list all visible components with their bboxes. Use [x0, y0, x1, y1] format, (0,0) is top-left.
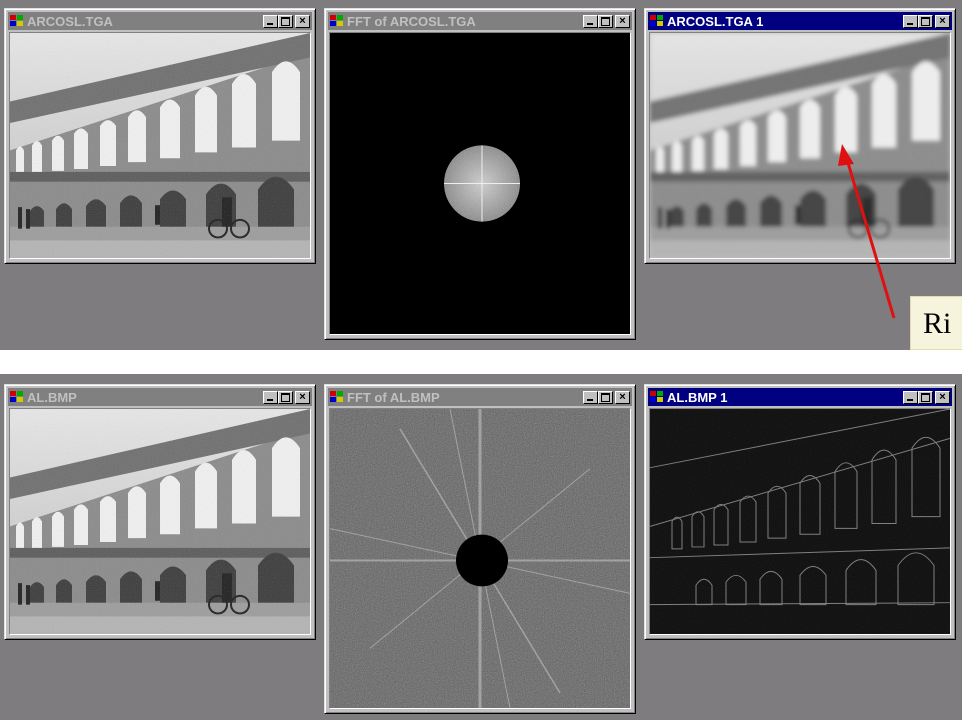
title-bar[interactable]: AL.BMP × — [8, 388, 312, 406]
minimize-button[interactable] — [903, 390, 918, 404]
fft-view — [329, 408, 631, 709]
title-bar[interactable]: ARCOSL.TGA 1 × — [648, 12, 952, 30]
title-bar[interactable]: AL.BMP 1 × — [648, 388, 952, 406]
minimize-button[interactable] — [583, 390, 598, 404]
image-view — [9, 408, 311, 635]
window-title: AL.BMP — [27, 389, 77, 405]
window-fft-arcosl[interactable]: FFT of ARCOSL.TGA × — [324, 8, 636, 340]
lowpass-filtered-photo — [650, 33, 950, 258]
window-title: AL.BMP 1 — [667, 389, 728, 405]
app-icon — [650, 391, 664, 403]
fft-highpass-spectrum — [330, 409, 630, 708]
close-button[interactable]: × — [295, 390, 310, 404]
maximize-button[interactable] — [278, 390, 293, 404]
window-title: ARCOSL.TGA — [27, 13, 113, 29]
maximize-button[interactable] — [918, 14, 933, 28]
aqueduct-photo — [10, 409, 310, 634]
window-fft-al[interactable]: FFT of AL.BMP × — [324, 384, 636, 714]
window-al-result[interactable]: AL.BMP 1 × — [644, 384, 956, 640]
close-button[interactable]: × — [935, 390, 950, 404]
maximize-button[interactable] — [918, 390, 933, 404]
title-bar[interactable]: ARCOSL.TGA × — [8, 12, 312, 30]
close-button[interactable]: × — [615, 14, 630, 28]
minimize-button[interactable] — [583, 14, 598, 28]
callout-text: Ri — [923, 307, 952, 340]
app-icon — [10, 391, 24, 403]
window-title: ARCOSL.TGA 1 — [667, 13, 764, 29]
image-view — [649, 408, 951, 635]
image-view — [649, 32, 951, 259]
maximize-button[interactable] — [278, 14, 293, 28]
window-al-original[interactable]: AL.BMP × — [4, 384, 316, 640]
minimize-button[interactable] — [903, 14, 918, 28]
title-bar[interactable]: FFT of ARCOSL.TGA × — [328, 12, 632, 30]
ringing-callout: Ri — [910, 296, 962, 350]
image-view — [9, 32, 311, 259]
minimize-button[interactable] — [263, 390, 278, 404]
window-title: FFT of ARCOSL.TGA — [347, 13, 476, 29]
app-icon — [330, 391, 344, 403]
app-icon — [330, 15, 344, 27]
highpass-filtered-photo — [650, 409, 950, 634]
window-title: FFT of AL.BMP — [347, 389, 440, 405]
close-button[interactable]: × — [615, 390, 630, 404]
close-button[interactable]: × — [935, 14, 950, 28]
window-arcosl-result[interactable]: ARCOSL.TGA 1 × — [644, 8, 956, 264]
aqueduct-photo — [10, 33, 310, 258]
app-icon — [650, 15, 664, 27]
minimize-button[interactable] — [263, 14, 278, 28]
title-bar[interactable]: FFT of AL.BMP × — [328, 388, 632, 406]
window-arcosl-original[interactable]: ARCOSL.TGA × — [4, 8, 316, 264]
maximize-button[interactable] — [598, 390, 613, 404]
app-icon — [10, 15, 24, 27]
maximize-button[interactable] — [598, 14, 613, 28]
callout-arrow — [838, 144, 896, 319]
fft-view — [329, 32, 631, 335]
close-button[interactable]: × — [295, 14, 310, 28]
fft-lowpass-spectrum — [330, 33, 630, 334]
